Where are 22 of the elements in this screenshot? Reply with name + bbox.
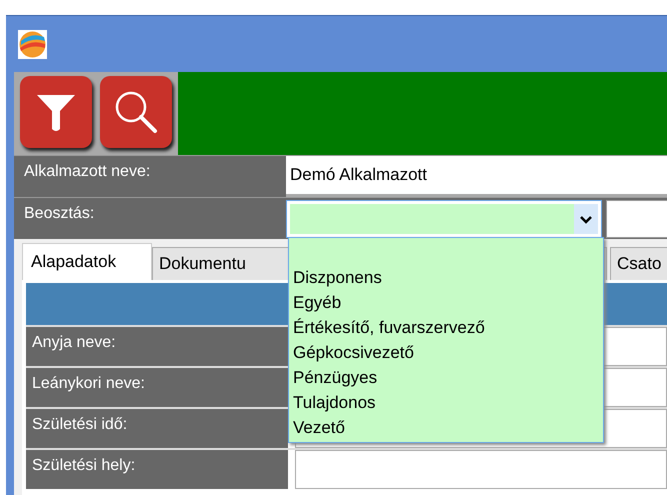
form-field[interactable] [295,450,667,489]
tab[interactable]: Csato [610,247,667,280]
app-logo-icon [18,30,47,58]
field-label: Leánykori neve: [26,368,288,407]
dropdown-option[interactable]: Értékesítő, fuvarszervező [289,315,603,340]
dropdown-option[interactable]: Gépkocsivezető [289,340,603,365]
dropdown-option[interactable]: Vezető [289,415,603,440]
name-field[interactable]: Demó Alkalmazott [286,156,667,194]
field-label: Születési hely: [26,450,288,489]
dropdown-option[interactable]: Egyéb [289,290,603,315]
dropdown-option[interactable]: Pénzügyes [289,365,603,390]
filter-button[interactable] [20,76,92,148]
field-label: Alkalmazott neve: [14,156,286,197]
field-label: Születési idő: [26,409,288,448]
chevron-icon [574,204,598,234]
field-label: Anyja neve: [26,327,288,366]
position-combo[interactable] [286,200,602,238]
search-button[interactable] [100,76,172,148]
dropdown-option[interactable]: Tulajdonos [289,390,603,415]
tab[interactable]: Alapadatok [22,243,152,280]
dropdown-option[interactable]: Diszponens [289,265,603,290]
field-label: Beosztás: [14,198,286,239]
